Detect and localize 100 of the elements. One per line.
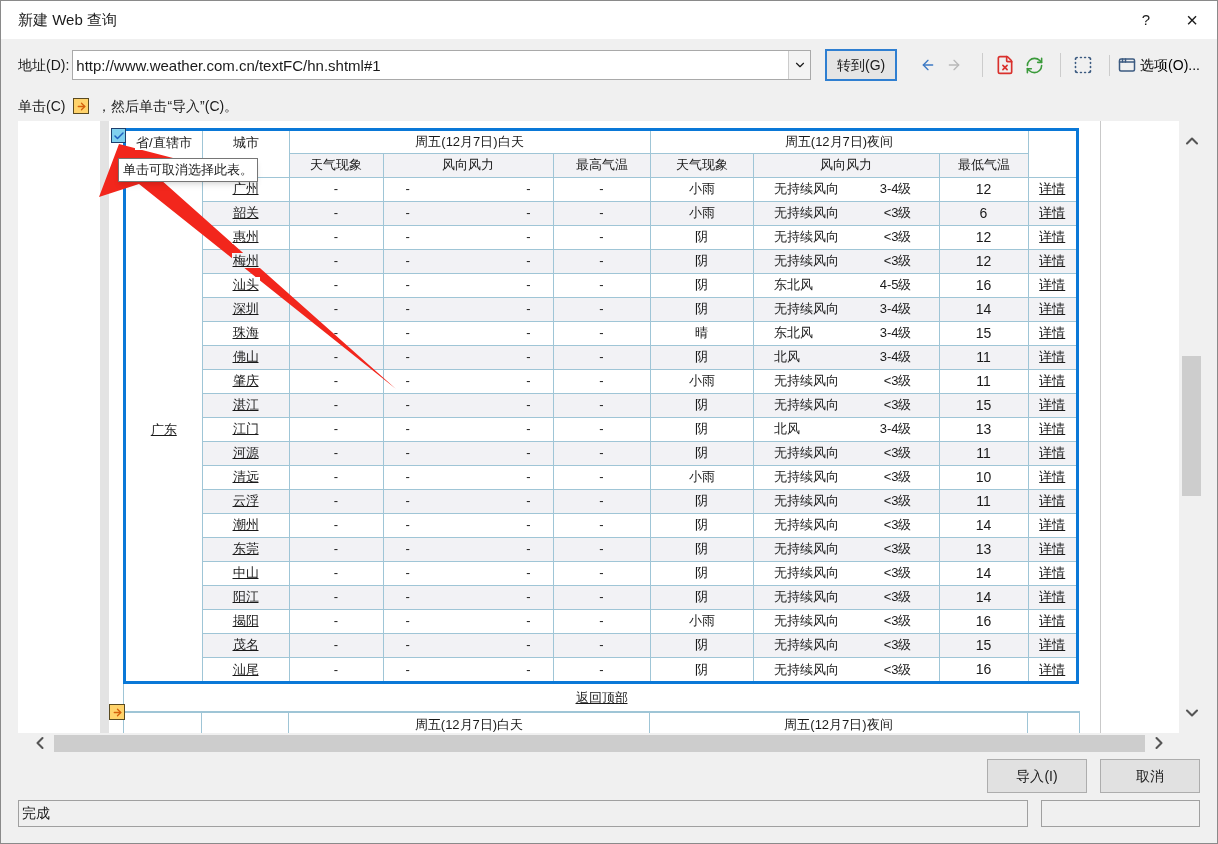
- table-cell: -: [289, 465, 383, 489]
- table-cell-text: -: [405, 276, 410, 295]
- table-cell: 阴: [650, 561, 753, 585]
- table-cell-text: 无持续风向: [773, 540, 839, 559]
- city-link[interactable]: 肇庆: [231, 373, 260, 389]
- city-link[interactable]: 茂名: [231, 637, 260, 653]
- close-button[interactable]: ×: [1169, 1, 1215, 39]
- import-button[interactable]: 导入(I): [987, 759, 1087, 793]
- table-cell: -: [289, 417, 383, 441]
- table-cell: 小雨: [650, 369, 753, 393]
- table-cell: -: [553, 249, 650, 273]
- table-cell-text: -: [405, 372, 410, 391]
- table-cell: 15: [939, 321, 1028, 345]
- cancel-button[interactable]: 取消: [1100, 759, 1200, 793]
- table-cell: 阴: [650, 441, 753, 465]
- city-link[interactable]: 汕尾: [231, 661, 260, 677]
- back-to-top-link[interactable]: 返回顶部: [575, 687, 628, 708]
- select-table-icon[interactable]: [73, 98, 90, 114]
- table-cell-text: -: [405, 396, 410, 415]
- city-link[interactable]: 云浮: [231, 493, 260, 509]
- table-cell: 阴: [650, 249, 753, 273]
- table-cell: -: [553, 513, 650, 537]
- table-cell-text: <3级: [883, 468, 912, 487]
- table-cell-text: <3级: [883, 396, 912, 415]
- table-cell: -: [289, 249, 383, 273]
- city-link[interactable]: 东莞: [231, 541, 260, 557]
- table-cell: -: [289, 393, 383, 417]
- table-cell-text: 无持续风向: [773, 564, 839, 583]
- table-cell-text: 东北风: [773, 324, 813, 343]
- table-cell-text: <3级: [883, 588, 912, 607]
- table-cell-text: -: [405, 564, 410, 583]
- scrollbar-thumb[interactable]: [54, 734, 1145, 752]
- scrollbar-thumb[interactable]: [1182, 356, 1201, 496]
- header-cell: 省/直辖市: [134, 135, 193, 150]
- city-link[interactable]: 清远: [231, 469, 260, 485]
- table-cell: 13: [939, 537, 1028, 561]
- table-cell-text: 无持续风向: [773, 228, 839, 247]
- table-cell: 11: [939, 441, 1028, 465]
- city-link[interactable]: 汕头: [231, 277, 260, 293]
- table-cell-text: <3级: [883, 204, 912, 223]
- city-link[interactable]: 韶关: [231, 205, 260, 221]
- city-link[interactable]: 珠海: [231, 325, 260, 341]
- city-link[interactable]: 潮州: [231, 517, 260, 533]
- city-link[interactable]: 惠州: [231, 229, 260, 245]
- table-cell-text: -: [526, 564, 531, 583]
- table-cell: -: [553, 201, 650, 225]
- go-button[interactable]: 转到(G): [825, 49, 898, 81]
- header-cell: 周五(12月7日)夜间: [650, 131, 1028, 153]
- table-cell: 13: [939, 417, 1028, 441]
- table-cell-text: -: [405, 516, 410, 535]
- table-cell-text: -: [405, 300, 410, 319]
- table-cell-text: 无持续风向: [773, 636, 839, 655]
- table-cell-text: 3-4级: [879, 348, 912, 367]
- dropdown-button[interactable]: [788, 51, 811, 79]
- select-table-icon[interactable]: [109, 704, 125, 720]
- table-cell: -: [553, 489, 650, 513]
- table-cell-text: 无持续风向: [773, 660, 839, 679]
- table-cell: -: [289, 201, 383, 225]
- city-link[interactable]: 深圳: [231, 301, 260, 317]
- table-cell: -: [553, 585, 650, 609]
- city-link[interactable]: 梅州: [231, 253, 260, 269]
- options-button[interactable]: 选项(O)...: [1109, 54, 1200, 76]
- city-link[interactable]: 中山: [231, 565, 260, 581]
- table-cell-text: <3级: [883, 564, 912, 583]
- table-cell: 阴: [650, 297, 753, 321]
- table-cell-text: <3级: [883, 252, 912, 271]
- table-cell-text: -: [405, 588, 410, 607]
- help-button[interactable]: ?: [1123, 1, 1169, 39]
- table-cell: 阴: [650, 393, 753, 417]
- table-cell: 12: [939, 177, 1028, 201]
- table-cell-text: 无持续风向: [773, 492, 839, 511]
- table-cell: -: [553, 393, 650, 417]
- table-cell: -: [289, 441, 383, 465]
- table-cell-text: -: [405, 228, 410, 247]
- table-cell: -: [553, 609, 650, 633]
- tooltip: 单击可取消选择此表。: [118, 158, 258, 182]
- table-cell: -: [553, 441, 650, 465]
- table-cell-text: -: [526, 180, 531, 199]
- header-cell: 天气现象: [289, 153, 383, 177]
- city-link[interactable]: 阳江: [231, 589, 260, 605]
- table-cell: -: [553, 537, 650, 561]
- table-cell: 阴: [650, 225, 753, 249]
- table-cell-text: 3-4级: [879, 180, 912, 199]
- city-link[interactable]: 揭阳: [231, 613, 260, 629]
- table-cell: 14: [939, 561, 1028, 585]
- table-cell: 14: [939, 297, 1028, 321]
- table-cell-text: 北风: [773, 348, 800, 367]
- table-cell: 阴: [650, 537, 753, 561]
- city-link[interactable]: 佛山: [231, 349, 260, 365]
- table-cell-text: -: [405, 492, 410, 511]
- checked-table-icon[interactable]: [111, 128, 126, 143]
- table-cell-text: -: [526, 276, 531, 295]
- city-link[interactable]: 湛江: [231, 397, 260, 413]
- city-link[interactable]: 江门: [231, 421, 260, 437]
- table-cell-text: -: [405, 180, 410, 199]
- table-cell: -: [289, 489, 383, 513]
- city-link[interactable]: 河源: [231, 445, 260, 461]
- province-link[interactable]: 广东: [150, 421, 177, 437]
- header-cell: 风向风力: [383, 153, 553, 177]
- instruction-text: ，然后单击“导入”(C)。: [97, 96, 239, 116]
